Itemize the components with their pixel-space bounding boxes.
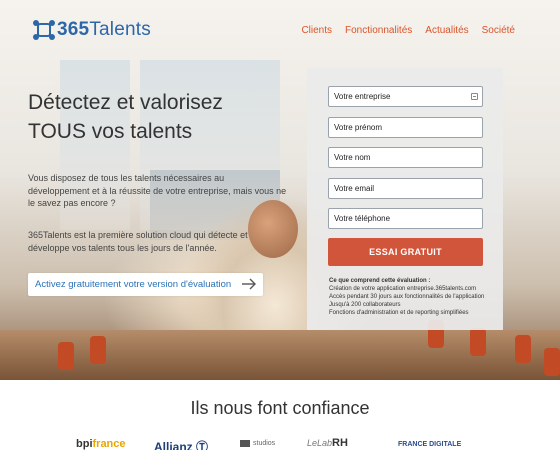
firstname-field[interactable] — [328, 117, 483, 138]
logo-icon — [33, 19, 55, 41]
studios-logo: studios — [240, 440, 275, 447]
phone-field[interactable] — [328, 208, 483, 229]
hero-chair — [58, 342, 74, 370]
france-digitale-logo: FRANCE DIGITALE — [398, 441, 462, 448]
brand-logo[interactable]: 365Talents — [33, 18, 151, 42]
hero-chair — [90, 336, 106, 364]
hero-headline-line1: Détectez et valorisez — [28, 91, 223, 114]
free-trial-button[interactable]: ESSAI GRATUIT — [328, 238, 483, 266]
email-input[interactable] — [334, 184, 482, 193]
trial-cta-button[interactable]: Activez gratuitement votre version d'éva… — [28, 273, 263, 296]
nav-link-clients[interactable]: Clients — [301, 25, 332, 36]
company-field[interactable] — [328, 86, 483, 107]
client-logos: bpifrance Allianz Ⓣ studios LeLabRH FRAN… — [0, 436, 560, 450]
company-input[interactable] — [334, 92, 482, 101]
nav-link-societe[interactable]: Société — [482, 25, 515, 36]
firstname-input[interactable] — [334, 123, 482, 132]
trial-info-line: Jusqu'à 200 collaborateurs — [329, 302, 401, 308]
allianz-icon: Ⓣ — [196, 440, 209, 450]
hero-headline: Détectez et valorisez TOUS vos talents — [28, 88, 308, 146]
trial-info: Ce que comprend cette évaluation : Créat… — [329, 277, 501, 317]
trial-info-title: Ce que comprend cette évaluation : — [329, 278, 431, 284]
arrow-right-icon — [242, 278, 256, 290]
trial-info-line: Accès pendant 30 jours aux fonctionnalit… — [329, 294, 485, 300]
lastname-input[interactable] — [334, 153, 482, 162]
hero-headline-line2: TOUS vos talents — [28, 120, 193, 143]
logo-text: 365Talents — [57, 19, 151, 40]
lastname-field[interactable] — [328, 147, 483, 168]
hero-paragraph-1: Vous disposez de tous les talents nécess… — [28, 173, 287, 208]
signup-form: ESSAI GRATUIT Ce que comprend cette éval… — [307, 68, 503, 330]
hero-chair — [470, 328, 486, 356]
trust-section-title: Ils nous font confiance — [190, 398, 370, 418]
hero-paragraph-2: 365Talents est la première solution clou… — [28, 230, 248, 253]
trial-info-line: Création de votre application entreprise… — [329, 286, 477, 292]
phone-input[interactable] — [334, 214, 482, 223]
nav-link-actualites[interactable]: Actualités — [425, 25, 468, 36]
contact-card-icon — [471, 93, 478, 100]
nav-link-fonctionnalites[interactable]: Fonctionnalités — [345, 25, 412, 36]
allianz-logo: Allianz Ⓣ — [154, 438, 208, 450]
hero-chair — [515, 335, 531, 363]
hero-chair — [544, 348, 560, 376]
trial-cta-label: Activez gratuitement votre version d'éva… — [35, 279, 232, 290]
top-navbar: 365Talents Clients Fonctionnalités Actua… — [0, 0, 560, 58]
bpifrance-logo: bpifrance — [76, 438, 126, 450]
lelabrh-logo: LeLabRH — [307, 437, 348, 449]
main-nav: Clients Fonctionnalités Actualités Socié… — [301, 25, 515, 36]
email-field[interactable] — [328, 178, 483, 199]
trial-info-line: Fonctions d'administration et de reporti… — [329, 310, 469, 316]
